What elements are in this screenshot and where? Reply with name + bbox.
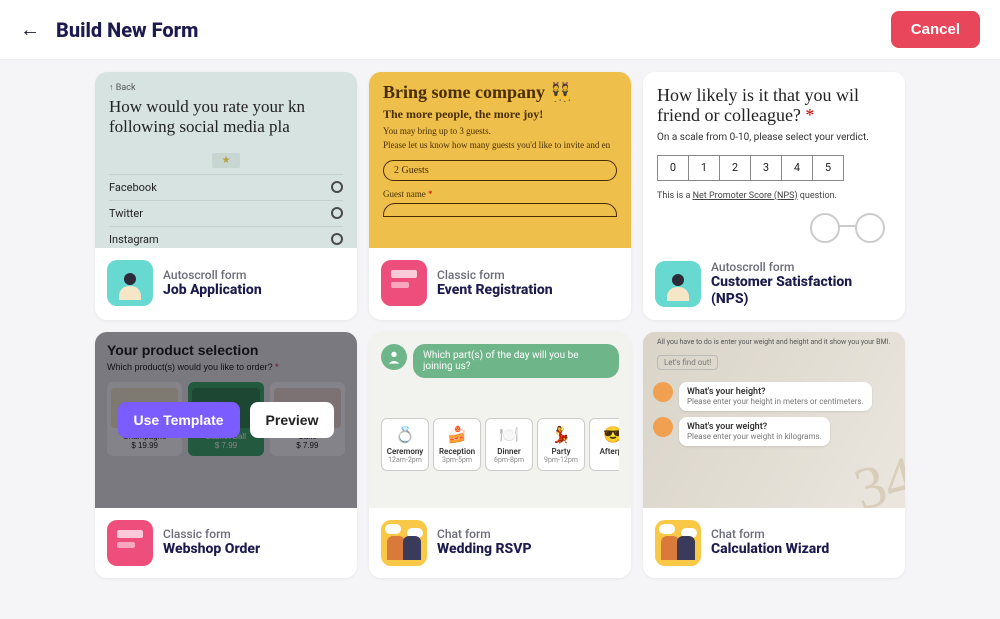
classic-form-icon	[381, 260, 427, 306]
template-name: Webshop Order	[163, 541, 260, 558]
template-tag: Classic form	[163, 527, 260, 541]
avatar-icon	[381, 344, 407, 370]
autoscroll-form-icon	[655, 261, 701, 307]
template-card-job-application[interactable]: ↑ Back How would you rate your kn follow…	[95, 72, 357, 320]
template-tag: Chat form	[437, 527, 532, 541]
template-preview: Bring some company 👯 The more people, th…	[369, 72, 631, 248]
cancel-button[interactable]: Cancel	[891, 11, 980, 48]
header: ← Build New Form Cancel	[0, 0, 1000, 60]
template-card-webshop-order[interactable]: Your product selection Which product(s) …	[95, 332, 357, 578]
nps-scale: 0 1 2 3 4 5	[657, 155, 891, 181]
autoscroll-form-icon	[107, 260, 153, 306]
avatar-icon	[653, 382, 673, 402]
template-preview: ↑ Back How would you rate your kn follow…	[95, 72, 357, 248]
hover-overlay: Use Template Preview	[95, 332, 357, 508]
chat-form-icon	[381, 520, 427, 566]
template-card-nps[interactable]: How likely is it that you wil friend or …	[643, 72, 905, 320]
template-name: Wedding RSVP	[437, 541, 532, 558]
template-name: Customer Satisfaction (NPS)	[711, 274, 893, 308]
radio-icon	[331, 233, 343, 245]
radio-icon	[331, 181, 343, 193]
template-preview: Your product selection Which product(s) …	[95, 332, 357, 508]
template-name: Event Registration	[437, 282, 553, 299]
template-preview: 34 All you have to do is enter your weig…	[643, 332, 905, 508]
preview-button[interactable]: Preview	[250, 402, 335, 438]
preview-back: ↑ Back	[109, 82, 343, 93]
avatar-icon	[653, 417, 673, 437]
template-name: Calculation Wizard	[711, 541, 829, 558]
classic-form-icon	[107, 520, 153, 566]
template-name: Job Application	[163, 282, 262, 299]
template-preview: How likely is it that you wil friend or …	[643, 72, 905, 248]
chat-form-icon	[655, 520, 701, 566]
page-title: Build New Form	[56, 18, 198, 42]
template-preview: Which part(s) of the day will you be joi…	[369, 332, 631, 508]
template-card-wedding-rsvp[interactable]: Which part(s) of the day will you be joi…	[369, 332, 631, 578]
template-tag: Classic form	[437, 268, 553, 282]
template-card-event-registration[interactable]: Bring some company 👯 The more people, th…	[369, 72, 631, 320]
template-card-calculation-wizard[interactable]: 34 All you have to do is enter your weig…	[643, 332, 905, 578]
back-icon[interactable]: ←	[20, 17, 40, 42]
star-icon: ★	[212, 153, 241, 168]
template-grid: ↑ Back How would you rate your kn follow…	[0, 60, 1000, 590]
template-tag: Autoscroll form	[711, 260, 893, 274]
use-template-button[interactable]: Use Template	[118, 402, 240, 438]
template-tag: Autoscroll form	[163, 268, 262, 282]
radio-icon	[331, 207, 343, 219]
template-tag: Chat form	[711, 527, 829, 541]
preview-question: How would you rate your kn following soc…	[109, 97, 343, 138]
glasses-icon	[795, 208, 905, 248]
